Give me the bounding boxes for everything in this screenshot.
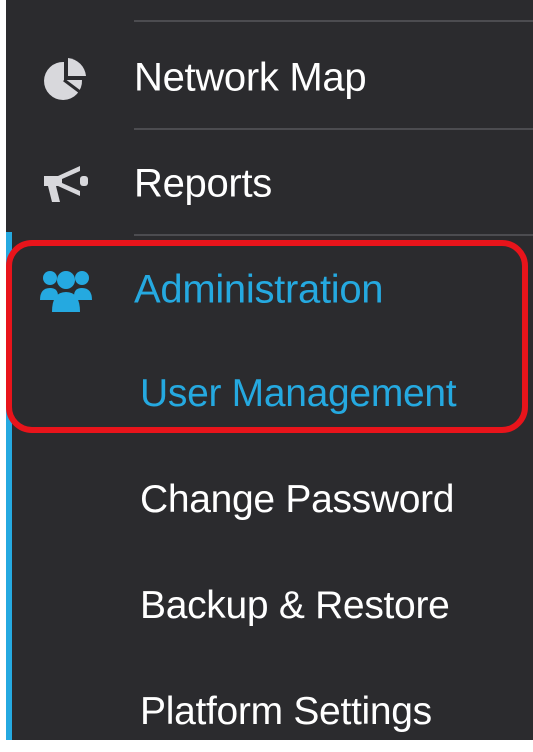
nav-item-label: Reports (134, 161, 272, 206)
subnav-item-backup-restore[interactable]: Backup & Restore (6, 566, 533, 646)
subnav-item-label: User Management (140, 372, 457, 415)
nav-item-label: Network Map (134, 55, 367, 100)
sidebar-nav: Network Map Reports Administration User … (6, 0, 533, 740)
nav-item-reports[interactable]: Reports (6, 144, 533, 224)
subnav-item-label: Platform Settings (140, 690, 432, 733)
users-group-icon (38, 265, 94, 315)
megaphone-icon (38, 159, 94, 209)
subnav-item-label: Backup & Restore (140, 584, 450, 627)
divider (134, 234, 533, 236)
subnav-item-platform-settings[interactable]: Platform Settings (6, 672, 533, 752)
nav-item-network-map[interactable]: Network Map (6, 38, 533, 118)
divider (134, 20, 533, 22)
subnav-item-change-password[interactable]: Change Password (6, 460, 533, 540)
nav-item-administration[interactable]: Administration (6, 250, 533, 330)
pie-chart-icon (38, 53, 94, 103)
divider (134, 128, 533, 130)
subnav-item-label: Change Password (140, 478, 455, 521)
nav-item-label: Administration (134, 267, 384, 312)
subnav-item-user-management[interactable]: User Management (6, 354, 533, 434)
